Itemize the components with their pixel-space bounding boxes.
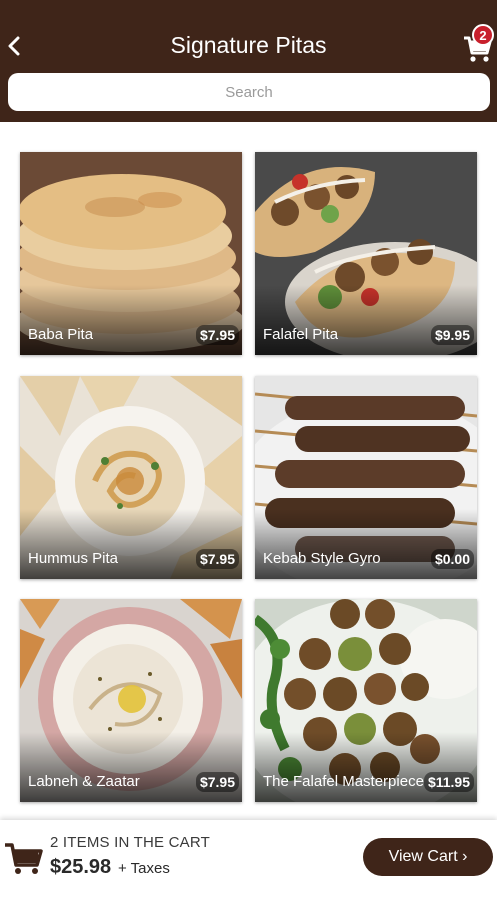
product-card-falafel-masterpiece[interactable]: The Falafel Masterpiece $11.95 xyxy=(255,599,477,802)
product-card-kebab-style-gyro[interactable]: Kebab Style Gyro $0.00 xyxy=(255,376,477,579)
product-price: $11.95 xyxy=(423,772,474,792)
product-name: Baba Pita xyxy=(28,326,94,343)
cart-items-count: 2 ITEMS IN THE CART xyxy=(50,834,210,851)
product-name: The Falafel Masterpiece xyxy=(263,773,424,790)
product-card-labneh-zaatar[interactable]: Labneh & Zaatar $7.95 xyxy=(20,599,242,802)
view-cart-button[interactable]: View Cart › xyxy=(363,838,493,876)
product-name: Kebab Style Gyro xyxy=(263,550,381,567)
search-input[interactable] xyxy=(8,73,490,111)
product-name: Hummus Pita xyxy=(28,550,119,567)
product-price: $0.00 xyxy=(430,549,474,569)
cart-count-badge: 2 xyxy=(472,24,494,46)
app-header: Signature Pitas 2 xyxy=(0,0,497,122)
page-title: Signature Pitas xyxy=(170,32,327,58)
product-price: $7.95 xyxy=(195,325,239,345)
product-grid: Baba Pita $7.95 Falafel Pita $9.95 Hummu… xyxy=(0,122,497,820)
taxes-note: + Taxes xyxy=(118,860,170,877)
product-price: $9.95 xyxy=(430,325,474,345)
cart-summary-bar: 2 ITEMS IN THE CART $25.98 + Taxes View … xyxy=(0,820,497,900)
product-card-baba-pita[interactable]: Baba Pita $7.95 xyxy=(20,152,242,355)
product-card-falafel-pita[interactable]: Falafel Pita $9.95 xyxy=(255,152,477,355)
product-name: Labneh & Zaatar xyxy=(28,773,140,790)
shopping-cart-icon xyxy=(5,843,43,874)
product-price: $7.95 xyxy=(195,549,239,569)
product-name: Falafel Pita xyxy=(263,326,339,343)
cart-total: $25.98 xyxy=(50,856,112,878)
product-price: $7.95 xyxy=(195,772,239,792)
product-card-hummus-pita[interactable]: Hummus Pita $7.95 xyxy=(20,376,242,579)
